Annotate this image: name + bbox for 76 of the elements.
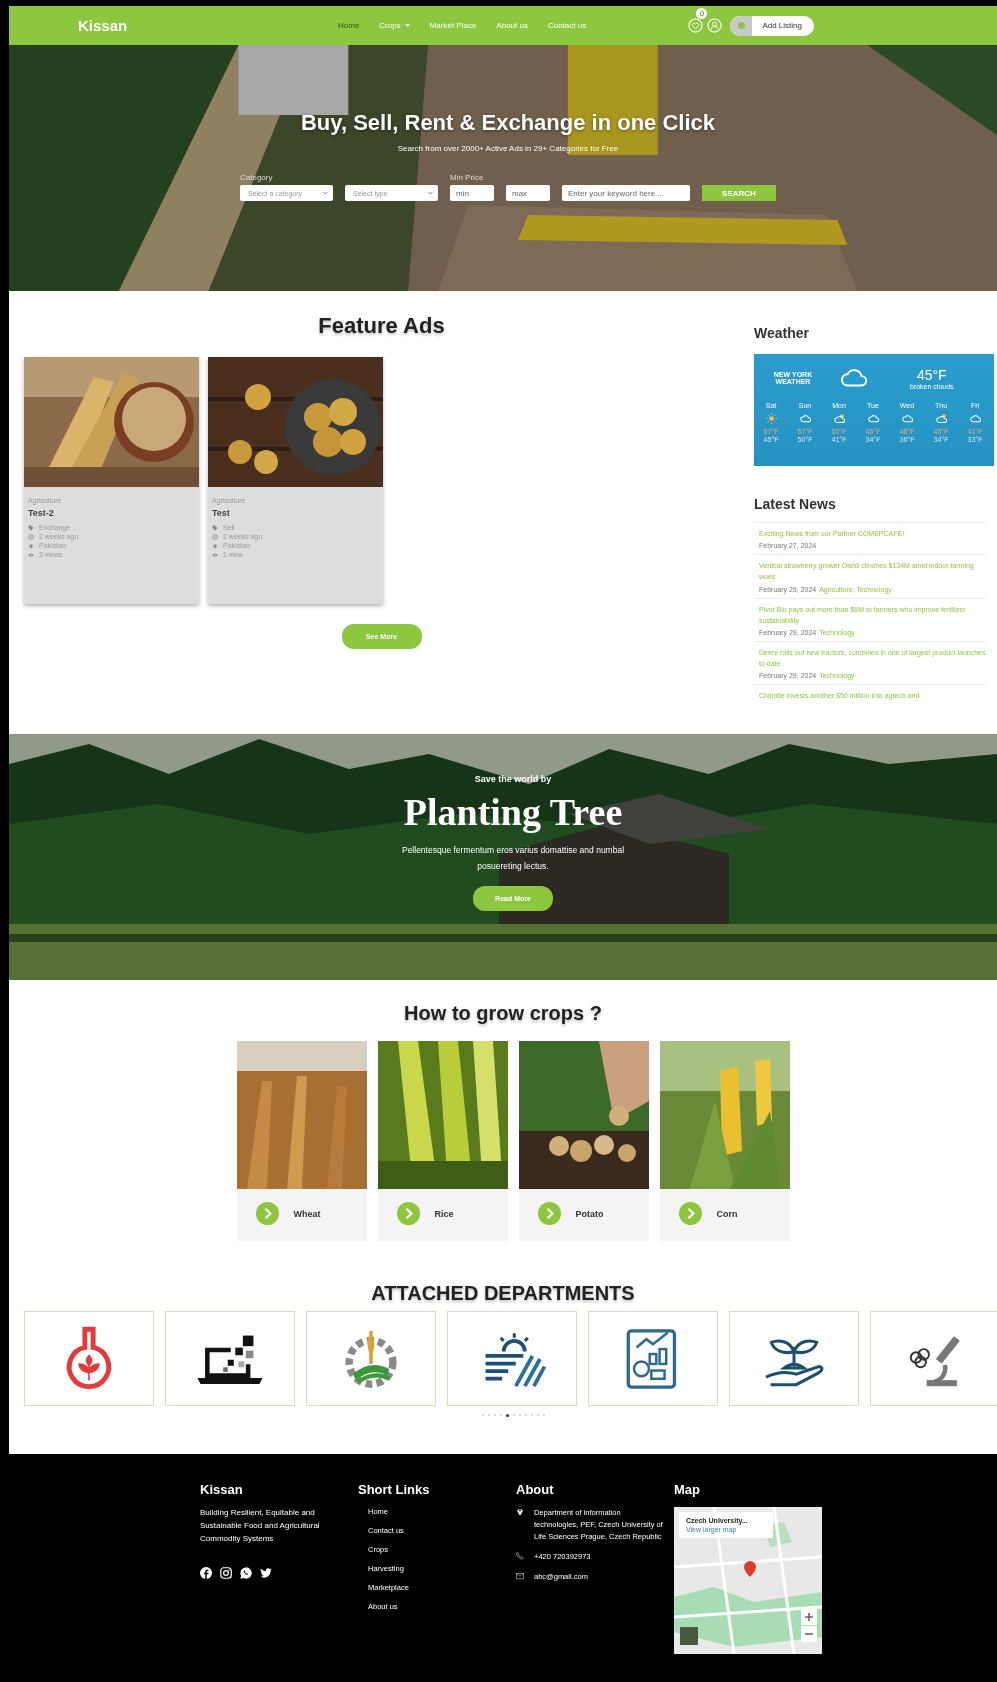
banner-title: Planting Tree xyxy=(403,790,623,834)
crop-card[interactable]: Rice xyxy=(377,1041,508,1241)
weather-heading: Weather xyxy=(754,325,810,341)
input-field[interactable]: max xyxy=(506,185,550,201)
add-listing-button[interactable]: Add Listing xyxy=(730,15,814,36)
hero-title: Buy, Sell, Rent & Exchange in one Click xyxy=(301,110,715,136)
location-pin-icon xyxy=(212,542,218,549)
tag-icon xyxy=(212,524,218,531)
department-logo-card[interactable] xyxy=(447,1311,577,1406)
hero-subtitle: Search from over 2000+ Active Ads in 29+ Categories for Free xyxy=(397,144,619,153)
footer-heading: Short Links xyxy=(358,1482,431,1497)
facebook-icon[interactable] xyxy=(200,1567,212,1580)
arrow-button-icon[interactable] xyxy=(396,1202,420,1225)
crop-name: Corn xyxy=(716,1208,738,1219)
crop-name: Rice xyxy=(434,1208,454,1219)
count-badge: 0 xyxy=(696,8,708,19)
filter-label: Category xyxy=(240,173,274,183)
phone-icon xyxy=(516,1551,524,1560)
instagram-icon[interactable] xyxy=(220,1567,232,1580)
zoom-in-icon[interactable] xyxy=(801,1609,817,1625)
cloud-icon xyxy=(867,413,879,424)
eye-icon xyxy=(212,551,218,558)
filter-label: Min Price xyxy=(450,173,485,183)
search-button[interactable]: SEARCH xyxy=(702,185,776,201)
news-heading: Latest News xyxy=(754,496,837,512)
location-pin-icon xyxy=(28,542,34,549)
department-logo-card[interactable] xyxy=(729,1311,859,1406)
nav-link[interactable]: Contact us xyxy=(547,21,587,30)
eye-icon xyxy=(28,551,34,558)
ad-title: Test xyxy=(212,508,231,518)
section-title: Feature Ads xyxy=(318,313,445,339)
nav-link[interactable]: Home xyxy=(338,21,360,30)
department-logo-card[interactable] xyxy=(165,1311,295,1406)
cloud-icon xyxy=(840,368,868,388)
carousel-dot[interactable] xyxy=(505,1414,509,1417)
crop-card[interactable]: Corn xyxy=(659,1041,790,1241)
clock-icon xyxy=(212,533,218,540)
zoom-out-icon[interactable] xyxy=(801,1626,817,1642)
nav-link[interactable]: Market Place xyxy=(429,21,477,30)
cloud-icon xyxy=(901,413,913,424)
nav-link[interactable]: Crops xyxy=(379,21,410,30)
banner-text: Pellentesque fermentum eros varius domattise and numbal posuereting lectus. xyxy=(400,844,626,874)
arrow-button-icon[interactable] xyxy=(537,1202,561,1225)
section-title: ATTACHED DEPARTMENTS xyxy=(371,1282,635,1305)
footer-heading: Map xyxy=(674,1482,701,1497)
temperature: 45°F xyxy=(916,366,947,383)
ad-title: Test-2 xyxy=(28,508,55,518)
kicker-text: Save the world by xyxy=(474,774,552,784)
footer-text: Building Resilient, Equitable and Sustainable Food and Agricultural Commodity Systems xyxy=(200,1507,321,1545)
input-field[interactable]: min xyxy=(450,185,494,201)
whatsapp-icon[interactable] xyxy=(240,1567,252,1580)
cloud-sun-icon xyxy=(935,413,947,424)
cloud-icon xyxy=(969,413,981,424)
cloud-sun-icon xyxy=(833,413,845,424)
input-field[interactable]: Enter your keyword here ... xyxy=(562,185,690,201)
nav-link[interactable]: About us xyxy=(496,21,528,30)
arrow-button-icon[interactable] xyxy=(255,1202,279,1225)
footer-heading: Kissan xyxy=(200,1482,244,1497)
clock-icon xyxy=(28,533,34,540)
user-icon[interactable] xyxy=(707,18,723,33)
crop-card[interactable]: Wheat xyxy=(236,1041,367,1241)
chevron-icon xyxy=(428,191,433,195)
crop-card[interactable]: Potato xyxy=(518,1041,649,1241)
mail-icon xyxy=(516,1571,524,1580)
crop-name: Potato xyxy=(575,1208,604,1219)
crop-name: Wheat xyxy=(293,1208,321,1219)
arrow-button-icon[interactable] xyxy=(678,1202,702,1225)
logo[interactable]: Kissan xyxy=(78,17,338,34)
section-title: How to grow crops ? xyxy=(404,1002,602,1025)
tag-icon xyxy=(28,524,34,531)
footer-heading: About xyxy=(516,1482,555,1497)
cloud-icon xyxy=(799,413,811,424)
twitter-bird-icon[interactable] xyxy=(260,1567,272,1580)
chevron-icon xyxy=(323,191,328,195)
location-pin-icon xyxy=(516,1507,524,1516)
sun-icon xyxy=(765,413,777,424)
